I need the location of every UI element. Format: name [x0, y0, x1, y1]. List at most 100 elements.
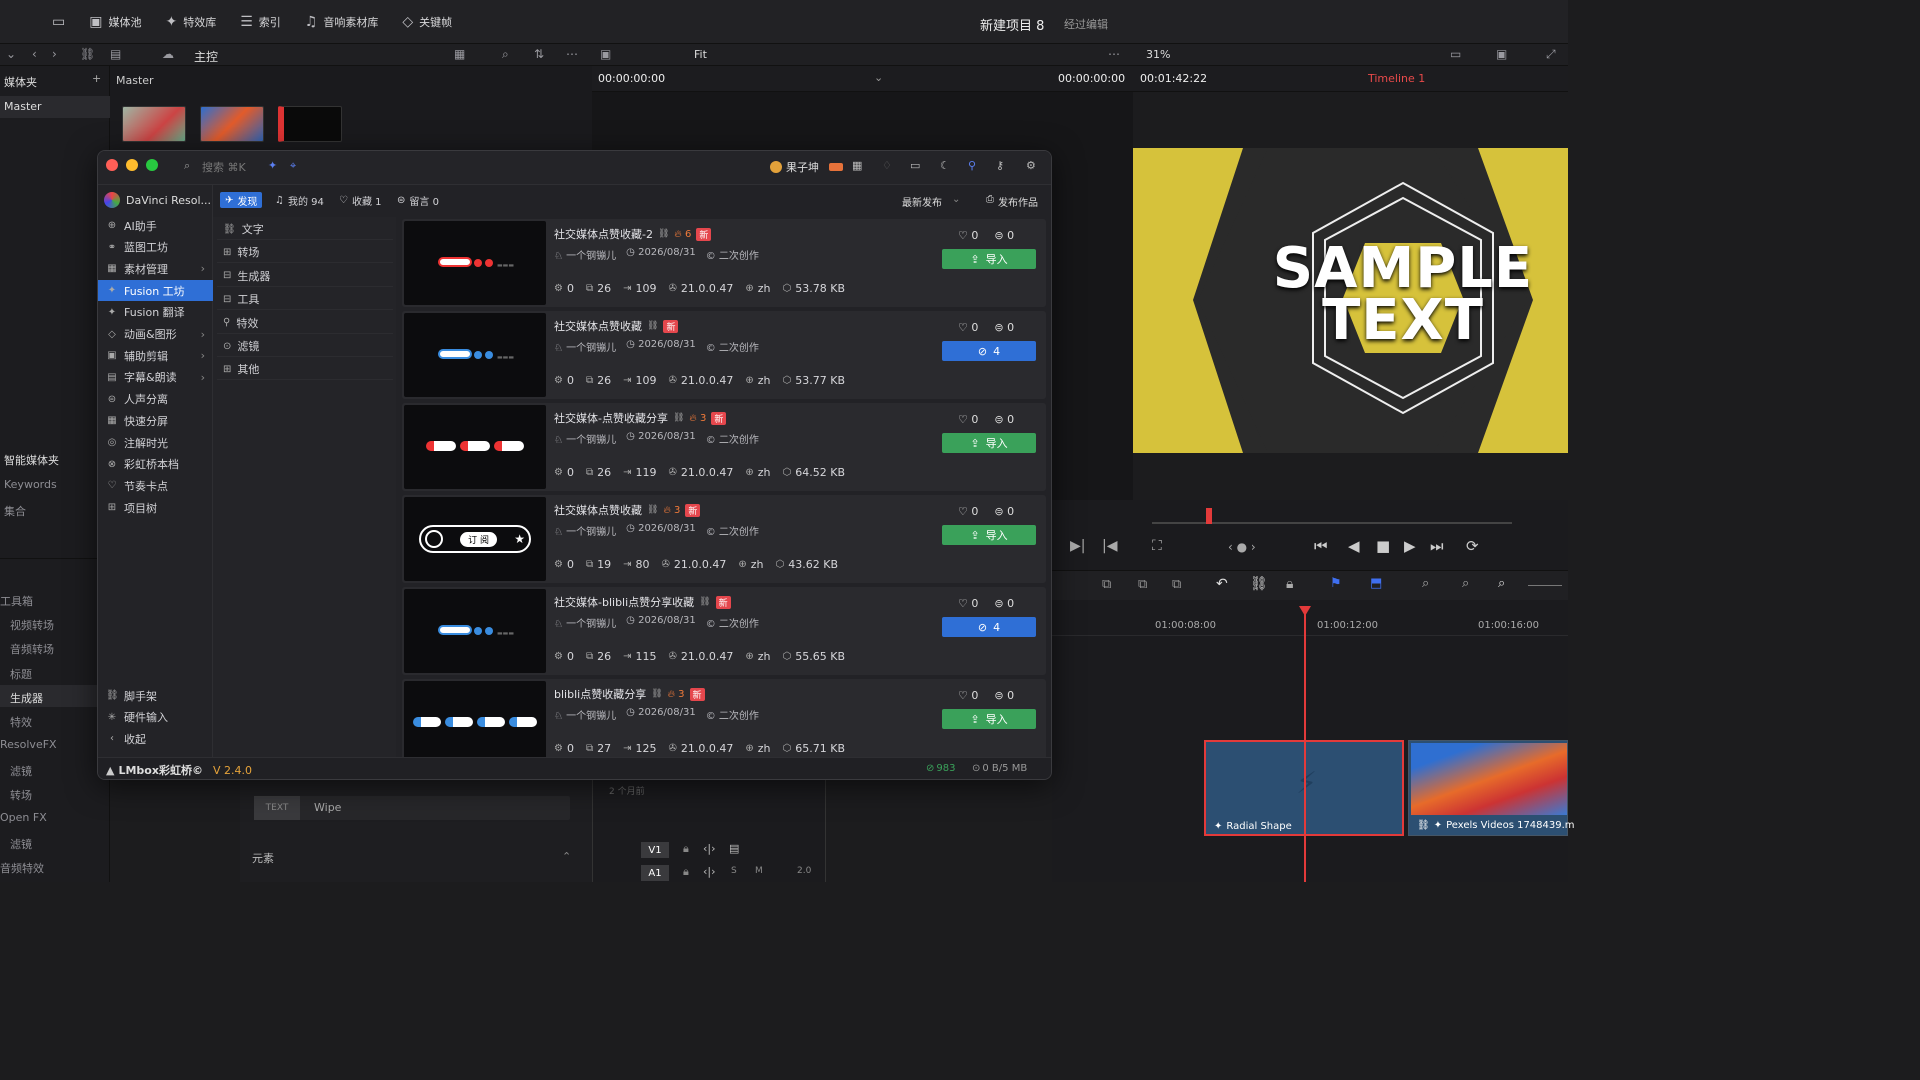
import-button[interactable]: ⇪ 导入 [942, 433, 1036, 453]
comment-button[interactable]: ⊜ 0 [994, 689, 1014, 702]
snap-icon[interactable]: ↶ [1216, 576, 1228, 592]
gear-icon[interactable]: ⚙ [1026, 159, 1036, 172]
timeline-name[interactable]: Timeline 1 [1368, 72, 1425, 85]
stop-icon[interactable]: ■ [1376, 537, 1390, 555]
overwrite-icon[interactable]: ⧉ [1138, 577, 1147, 592]
tab-discover[interactable]: ✈ 发现 [220, 192, 263, 208]
add-icon[interactable]: + [92, 72, 101, 85]
back-icon[interactable]: ‹ [32, 47, 37, 61]
author[interactable]: ♘ 一个钢镚儿 [554, 247, 616, 262]
card-title[interactable]: 社交媒体点赞收藏 [554, 502, 642, 518]
keywords-item[interactable]: Keywords [4, 478, 57, 491]
resolvefx-item[interactable]: ResolveFX [0, 738, 57, 751]
moon-icon[interactable]: ☾ [940, 159, 950, 172]
auto-select-icon[interactable]: ‹|› [703, 842, 716, 855]
card-title[interactable]: 社交媒体点赞收藏-2 [554, 226, 653, 242]
category-item[interactable]: ⊙ 滤镜 [217, 336, 393, 357]
sidebar-item[interactable]: ✦ Fusion 工坊 [98, 280, 213, 302]
audio-transitions-item[interactable]: 音频转场 [10, 641, 54, 657]
sidebar-item[interactable]: ⊞ 项目树 [98, 497, 213, 518]
view-icon[interactable]: ▤ [110, 47, 121, 61]
close-button[interactable] [106, 159, 118, 171]
card-thumbnail[interactable] [404, 681, 546, 761]
key-icon[interactable]: ⚷ [996, 159, 1004, 172]
author[interactable]: ♘ 一个钢镚儿 [554, 615, 616, 630]
tab-favorites[interactable]: ♡ 收藏 1 [334, 192, 387, 208]
loop-icon[interactable]: ⟳ [1466, 537, 1479, 555]
effects-button[interactable]: ✦ 特效库 [153, 0, 228, 44]
sidebar-item[interactable]: ⊜ 人声分离 [98, 389, 213, 410]
lock-icon[interactable]: 🔒︎ [683, 842, 689, 856]
zoom-full-icon[interactable]: ⌕ [1422, 576, 1429, 591]
media-thumbnail[interactable] [200, 106, 264, 142]
transitions-item[interactable]: 转场 [10, 787, 32, 803]
marker-icon[interactable]: ⬒ [1370, 576, 1382, 591]
calendar-icon[interactable]: ▦ [852, 159, 862, 172]
card-title[interactable]: 社交媒体点赞收藏 [554, 318, 642, 334]
media-pool-button[interactable]: ▣ 媒体池 [77, 0, 153, 44]
toolbox-item[interactable]: 工具箱 [0, 593, 33, 609]
zoom-slider[interactable] [1528, 585, 1562, 586]
v1-track-label[interactable]: V1 [641, 842, 669, 858]
sidebar-item[interactable]: ✦ Fusion 翻译 [98, 302, 213, 323]
import-button[interactable]: ⇪ 导入 [942, 709, 1036, 729]
grid-icon[interactable]: ▦ [454, 47, 465, 61]
sidebar-bottom-item[interactable]: ‹ 收起 [98, 728, 213, 749]
chevron-up-icon[interactable]: ⌃ [562, 850, 571, 863]
tab-comments[interactable]: ⊜ 留言 0 [392, 192, 444, 208]
plugin-card[interactable]: 社交媒体-点赞收藏分享 ⛓ 🔥︎ 3 新 ♘ 一个钢镚儿 ◷ 2026/08/31 © 二… [402, 403, 1046, 491]
video-transitions-item[interactable]: 视频转场 [10, 617, 54, 633]
plugin-card[interactable]: ▬▬▬ 社交媒体点赞收藏 ⛓ 新 ♘ 一个钢镚儿 ◷ 2026/08/31 © 二次创作… [402, 311, 1046, 399]
scan-icon[interactable]: ⌖ [290, 159, 296, 173]
film-icon[interactable]: ▤ [729, 842, 739, 855]
sidebar-item[interactable]: ⊕ AI助手 [98, 215, 213, 236]
search-input[interactable]: 搜索 ⌘K [202, 159, 262, 175]
installed-button[interactable]: ⊘ 4 [942, 617, 1036, 637]
sidebar-item[interactable]: ▤ 字幕&朗读 › [98, 367, 213, 388]
import-button[interactable]: ⇪ 导入 [942, 525, 1036, 545]
search-icon[interactable]: ⌕ [502, 47, 509, 62]
sidebar-bottom-item[interactable]: ✳ 硬件输入 [98, 707, 213, 728]
sidebar-item[interactable]: ▦ 素材管理 › [98, 258, 213, 279]
solo-button[interactable]: S [731, 866, 737, 876]
sidebar-item[interactable]: ◇ 动画&图形 › [98, 324, 213, 345]
chevron-down-icon[interactable]: ⌄ [6, 47, 16, 61]
category-item[interactable]: ⊟ 工具 [217, 289, 393, 311]
card-thumbnail[interactable]: 订 阅 ★ [404, 497, 546, 581]
pin-icon[interactable]: ⚲ [968, 159, 976, 172]
openfx-filters-item[interactable]: 滤镜 [10, 836, 32, 852]
sidebar-item[interactable]: ◎ 注解时光 [98, 432, 213, 453]
user-profile[interactable]: 果子坤 [770, 159, 843, 175]
pexels-video-clip[interactable]: ⛓ ✦ Pexels Videos 1748439.m [1408, 740, 1575, 836]
comment-button[interactable]: ⊜ 0 [994, 597, 1014, 610]
link-icon[interactable]: ⛓ [658, 229, 669, 239]
sidebar-item[interactable]: ▦ 快速分屏 [98, 410, 213, 431]
output-icon[interactable]: ▣ [1496, 47, 1507, 61]
publish-button[interactable]: ⎙ 发布作品 [986, 194, 1038, 209]
prev-clip-icon[interactable]: |◀ [1102, 538, 1117, 554]
more-icon[interactable]: ⋯ [566, 47, 578, 61]
openfx-item[interactable]: Open FX [0, 811, 47, 824]
media-pool-tab[interactable]: ▭ [40, 0, 77, 44]
author[interactable]: ♘ 一个钢镚儿 [554, 707, 616, 722]
lock-icon[interactable]: 🔒︎ [683, 865, 689, 879]
effects-item[interactable]: 特效 [10, 714, 32, 730]
card-thumbnail[interactable]: ▬▬▬ [404, 589, 546, 673]
replace-icon[interactable]: ⧉ [1172, 577, 1181, 592]
jog-icon[interactable]: ‹ ● › [1228, 540, 1256, 554]
keyframes-button[interactable]: ◇ 关键帧 [390, 0, 464, 44]
media-thumbnail[interactable] [122, 106, 186, 142]
plugin-card[interactable]: ▬▬▬ 社交媒体点赞收藏-2 ⛓ 🔥︎ 6 新 ♘ 一个钢镚儿 ◷ 2026/08/31… [402, 219, 1046, 307]
skip-forward-icon[interactable]: ⏭ [1430, 537, 1444, 555]
installed-button[interactable]: ⊘ 4 [942, 341, 1036, 361]
reverse-icon[interactable]: ◀ [1348, 537, 1360, 555]
link-icon[interactable]: ⛓ [647, 505, 658, 515]
card-thumbnail[interactable] [404, 405, 546, 489]
playhead[interactable] [1304, 608, 1306, 882]
link-icon[interactable]: ⛓ [647, 321, 658, 331]
category-item[interactable]: ⊞ 其他 [217, 359, 393, 381]
category-item[interactable]: ⊞ 转场 [217, 242, 393, 264]
audio-fx-item[interactable]: 音频特效 [0, 860, 44, 876]
import-button[interactable]: ⇪ 导入 [942, 249, 1036, 269]
bulb-icon[interactable]: ♢ [882, 159, 892, 172]
